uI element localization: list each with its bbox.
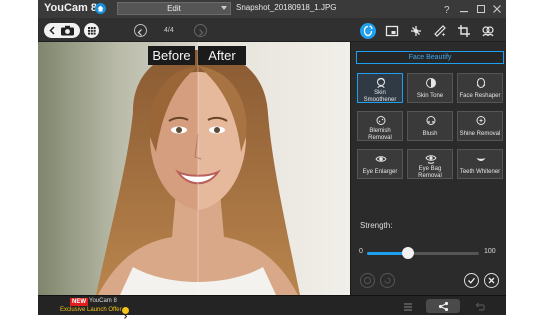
arrow-right-icon[interactable] bbox=[122, 307, 129, 319]
feature-label: Blush bbox=[422, 131, 438, 137]
strength-slider-knob[interactable] bbox=[402, 247, 415, 259]
cancel-button[interactable] bbox=[484, 273, 499, 288]
panel-title: Face Beautify bbox=[356, 51, 504, 64]
feature-label: Skin Smoothener bbox=[363, 90, 397, 103]
eye-enlarger-icon bbox=[375, 156, 387, 162]
share-button[interactable] bbox=[426, 299, 460, 313]
portrait-photo bbox=[38, 42, 350, 295]
skin-tone-icon bbox=[426, 78, 436, 88]
bottom-bar: NEW YouCam 8 Exclusive Launch Offer bbox=[38, 295, 506, 319]
blemish-removal-button[interactable]: Blemish Removal bbox=[357, 111, 403, 141]
feature-label: Eye Enlarger bbox=[362, 169, 398, 175]
mode-select[interactable]: Edit bbox=[117, 2, 231, 15]
close-icon bbox=[488, 277, 495, 284]
close-icon[interactable] bbox=[490, 2, 504, 16]
feature-label: Eye Bag Removal bbox=[418, 166, 442, 179]
chevron-left-icon bbox=[137, 29, 142, 36]
effects-icon[interactable] bbox=[408, 23, 424, 39]
back-to-camera-button[interactable] bbox=[44, 23, 80, 38]
home-icon[interactable] bbox=[95, 3, 106, 14]
face-beautify-icon[interactable] bbox=[360, 23, 376, 39]
compare-icon bbox=[364, 277, 371, 284]
check-icon bbox=[468, 277, 476, 284]
dual-face-icon[interactable] bbox=[480, 23, 496, 39]
previous-photo-button[interactable] bbox=[134, 24, 147, 37]
feature-label: Skin Tone bbox=[416, 93, 444, 99]
teeth-whitener-icon bbox=[476, 158, 486, 161]
before-label: Before bbox=[148, 46, 195, 65]
feature-label: Face Reshaper bbox=[459, 93, 501, 99]
grid-view-button[interactable] bbox=[84, 23, 99, 38]
shine-removal-button[interactable]: Shine Removal bbox=[457, 111, 503, 141]
maximize-icon[interactable] bbox=[474, 2, 488, 16]
feature-label: Shine Removal bbox=[459, 131, 501, 137]
title-bar: YouCam 8 Edit Snapshot_20180918_1.JPG ? bbox=[38, 0, 506, 18]
skin-tone-button[interactable]: Skin Tone bbox=[407, 73, 453, 103]
teeth-whitener-button[interactable]: Teeth Whitener bbox=[457, 149, 503, 179]
face-beautify-panel: Face Beautify Skin Smoothener Skin Tone … bbox=[350, 42, 506, 295]
chevron-right-icon bbox=[199, 29, 204, 36]
apply-button[interactable] bbox=[464, 273, 479, 288]
enhance-icon[interactable] bbox=[432, 23, 448, 39]
grid-icon bbox=[88, 27, 96, 35]
strength-label: Strength: bbox=[360, 221, 393, 230]
file-name: Snapshot_20180918_1.JPG bbox=[236, 3, 337, 12]
after-label: After bbox=[198, 46, 246, 65]
blemish-removal-icon bbox=[376, 116, 386, 125]
strength-max: 100 bbox=[484, 248, 496, 255]
share-icon bbox=[438, 301, 449, 312]
skin-smoothener-icon bbox=[377, 77, 385, 89]
blush-icon bbox=[426, 116, 436, 125]
shine-removal-icon bbox=[476, 116, 486, 125]
strength-slider[interactable] bbox=[367, 247, 479, 259]
reset-icon bbox=[384, 277, 391, 284]
feature-label: Blemish Removal bbox=[368, 128, 392, 141]
svg-text:?: ? bbox=[444, 5, 450, 16]
strength-min: 0 bbox=[359, 248, 363, 255]
back-arrow-icon bbox=[49, 26, 55, 35]
app-window: YouCam 8 Edit Snapshot_20180918_1.JPG ? bbox=[38, 0, 506, 319]
next-photo-button[interactable] bbox=[194, 24, 207, 37]
compare-button[interactable] bbox=[360, 273, 375, 288]
face-reshaper-icon bbox=[476, 77, 486, 89]
reset-button[interactable] bbox=[380, 273, 395, 288]
face-reshaper-button[interactable]: Face Reshaper bbox=[457, 73, 503, 103]
chevron-down-icon bbox=[221, 6, 227, 10]
frame-icon[interactable] bbox=[384, 23, 400, 39]
promo-title[interactable]: YouCam 8 bbox=[89, 298, 117, 304]
minimize-icon[interactable] bbox=[457, 2, 471, 16]
crop-icon[interactable] bbox=[456, 23, 472, 39]
help-icon[interactable]: ? bbox=[440, 2, 454, 16]
layers-icon[interactable] bbox=[402, 300, 414, 318]
skin-smoothener-button[interactable]: Skin Smoothener bbox=[357, 73, 403, 103]
toolbar: 4/4 bbox=[38, 18, 506, 42]
eye-enlarger-button[interactable]: Eye Enlarger bbox=[357, 149, 403, 179]
undo-icon[interactable] bbox=[474, 300, 486, 318]
photo-canvas[interactable]: Before After bbox=[38, 42, 350, 295]
promo-offer-link[interactable]: Exclusive Launch Offer bbox=[60, 307, 122, 313]
feature-label: Teeth Whitener bbox=[459, 169, 501, 175]
eye-bag-removal-button[interactable]: Eye Bag Removal bbox=[407, 149, 453, 179]
mode-select-value: Edit bbox=[167, 4, 181, 13]
page-indicator: 4/4 bbox=[164, 27, 174, 34]
camera-icon bbox=[61, 25, 74, 36]
new-badge: NEW bbox=[70, 298, 88, 306]
eye-bag-removal-icon bbox=[425, 155, 437, 164]
blush-button[interactable]: Blush bbox=[407, 111, 453, 141]
app-title: YouCam 8 bbox=[44, 2, 97, 14]
